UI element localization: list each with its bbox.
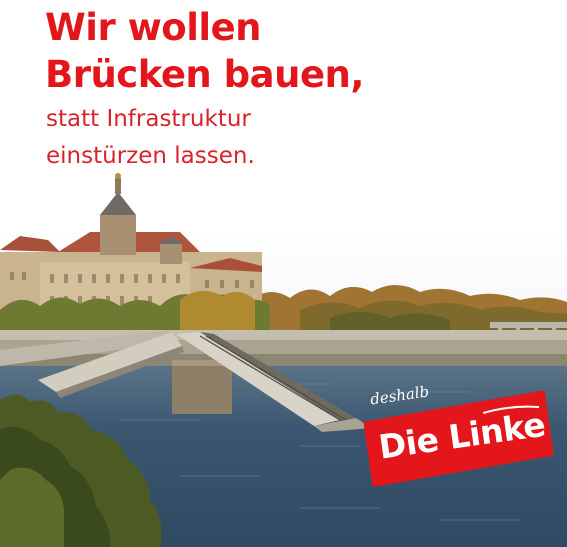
- campaign-poster: Wir wollen Brücken bauen, statt Infrastr…: [0, 0, 567, 547]
- subline-line-2: einstürzen lassen.: [46, 143, 255, 169]
- subline-line-1: statt Infrastruktur: [46, 106, 251, 132]
- headline-line-2: Brücken bauen,: [45, 53, 364, 96]
- headline-line-1: Wir wollen: [45, 6, 262, 49]
